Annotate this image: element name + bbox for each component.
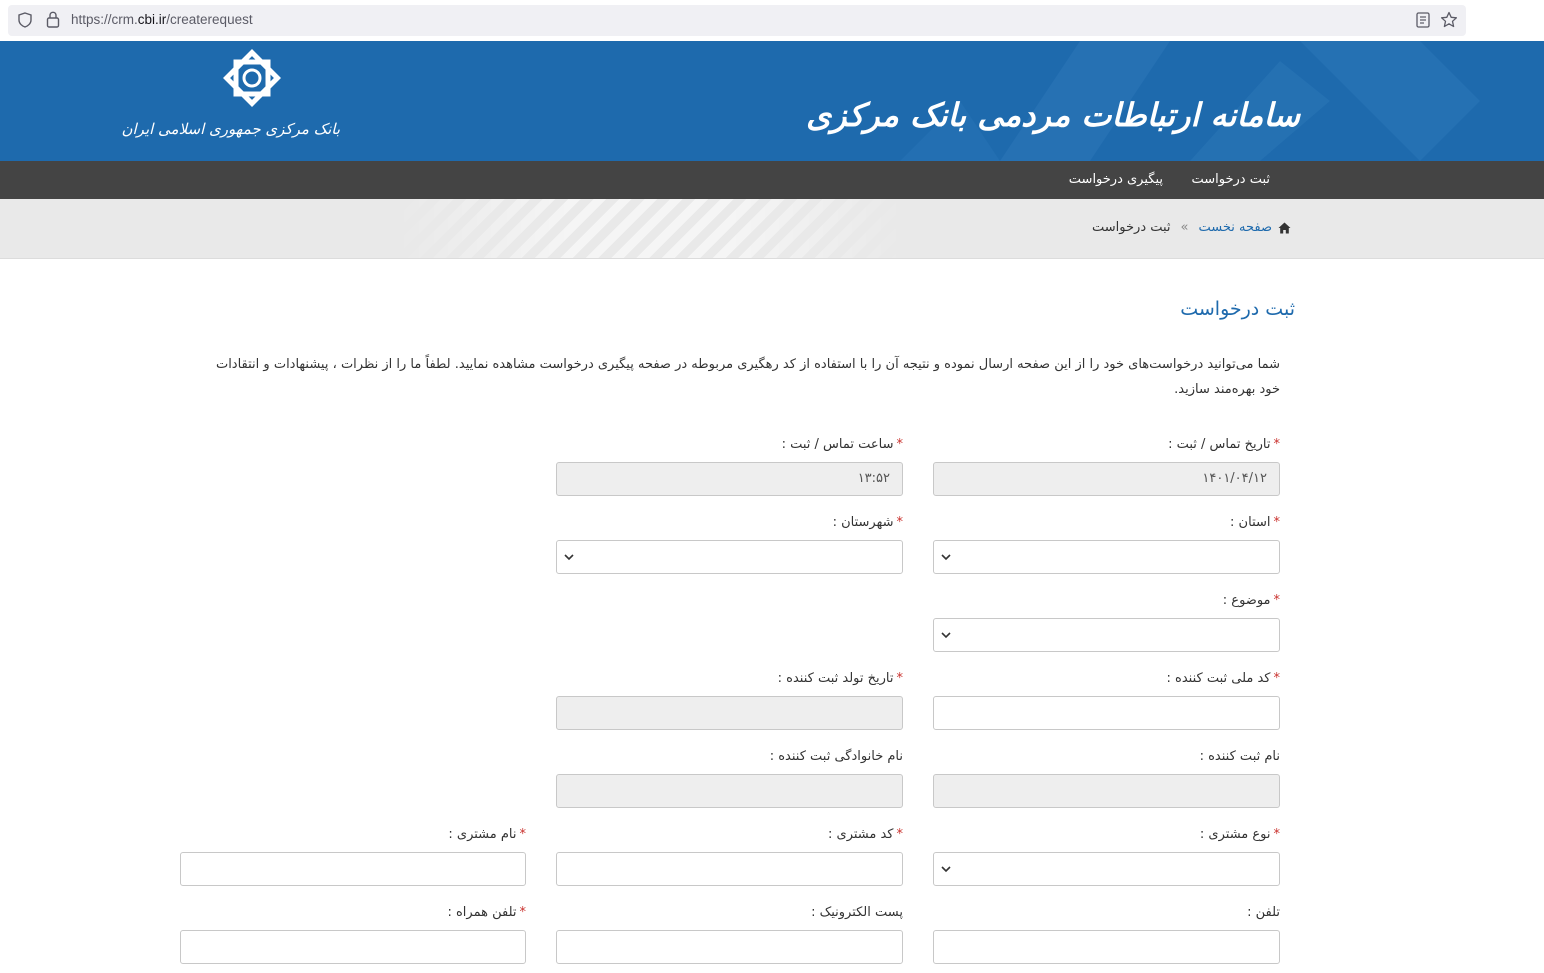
mobile-input[interactable] (180, 930, 526, 964)
province-label: *استان : (1230, 515, 1280, 530)
intro-text: شما می‌توانید درخواست‌های خود را از این … (215, 357, 1280, 397)
url-text[interactable]: https://crm.cbi.ir/createrequest (71, 12, 253, 27)
chevron-down-icon (564, 554, 574, 561)
breadcrumb-separator: » (1180, 220, 1189, 235)
customer-name-label: *نام مشتری : (448, 827, 526, 842)
last-name-input[interactable] (556, 774, 903, 808)
province-select[interactable] (933, 540, 1280, 574)
city-label: *شهرستان : (832, 515, 903, 530)
subject-label: *موضوع : (1222, 593, 1280, 608)
customer-code-label: *کد مشتری : (828, 827, 903, 842)
reader-view-icon[interactable] (1416, 12, 1430, 28)
contact-date-value: ۱۴۰۱/۰۴/۱۲ (1202, 471, 1267, 486)
breadcrumb-current: ثبت درخواست (1092, 220, 1171, 235)
customer-code-input[interactable] (556, 852, 903, 886)
phone-input[interactable] (933, 930, 1280, 964)
customer-type-select[interactable] (933, 852, 1280, 886)
chevron-down-icon (941, 866, 951, 873)
nav-item-create-request[interactable]: ثبت درخواست (1191, 172, 1270, 187)
shield-icon[interactable] (18, 12, 32, 28)
page-title: ثبت درخواست (1180, 298, 1295, 320)
breadcrumb: صفحه نخست » ثبت درخواست (1092, 220, 1291, 235)
phone-label: تلفن : (1247, 905, 1280, 920)
site-title: سامانه ارتباطات مردمی بانک مرکزی (806, 96, 1300, 134)
first-name-label: نام ثبت کننده : (1199, 749, 1280, 764)
birth-date-input[interactable] (556, 696, 903, 730)
email-label: پست الکترونیک : (811, 905, 903, 920)
home-icon[interactable] (1278, 222, 1291, 234)
birth-date-label: *تاریخ تولد ثبت کننده : (777, 671, 903, 686)
customer-name-input[interactable] (180, 852, 526, 886)
breadcrumb-decoration (390, 199, 910, 258)
bank-name: بانک مرکزی جمهوری اسلامی ایران (121, 120, 340, 138)
contact-time-value: ۱۳:۵۲ (857, 471, 890, 486)
site-header-banner: سامانه ارتباطات مردمی بانک مرکزی بانک مر… (0, 41, 1544, 161)
address-bar[interactable]: https://crm.cbi.ir/createrequest (8, 5, 1466, 36)
first-name-input[interactable] (933, 774, 1280, 808)
subject-select[interactable] (933, 618, 1280, 652)
city-select[interactable] (556, 540, 903, 574)
customer-type-label: *نوع مشتری : (1199, 827, 1280, 842)
national-code-label: *کد ملی ثبت کننده : (1166, 671, 1281, 686)
breadcrumb-bar: صفحه نخست » ثبت درخواست (0, 199, 1544, 259)
bookmark-star-icon[interactable] (1440, 11, 1458, 29)
contact-time-label: *ساعت تماس / ثبت : (781, 437, 903, 452)
bank-logo-icon[interactable] (220, 46, 284, 110)
email-input[interactable] (556, 930, 903, 964)
national-code-input[interactable] (933, 696, 1280, 730)
browser-toolbar: https://crm.cbi.ir/createrequest (0, 0, 1544, 41)
chevron-down-icon (941, 632, 951, 639)
contact-time-field[interactable]: ۱۳:۵۲ (556, 462, 903, 496)
mobile-label: *تلفن همراه : (447, 905, 526, 920)
lock-icon[interactable] (46, 11, 60, 28)
last-name-label: نام خانوادگی ثبت کننده : (769, 749, 903, 764)
chevron-down-icon (941, 554, 951, 561)
nav-item-track-request[interactable]: پیگیری درخواست (1069, 172, 1163, 187)
breadcrumb-home-link[interactable]: صفحه نخست (1199, 220, 1272, 235)
contact-date-label: *تاریخ تماس / ثبت : (1168, 437, 1280, 452)
main-nav: ثبت درخواست پیگیری درخواست (0, 161, 1544, 199)
contact-date-field[interactable]: ۱۴۰۱/۰۴/۱۲ (933, 462, 1280, 496)
